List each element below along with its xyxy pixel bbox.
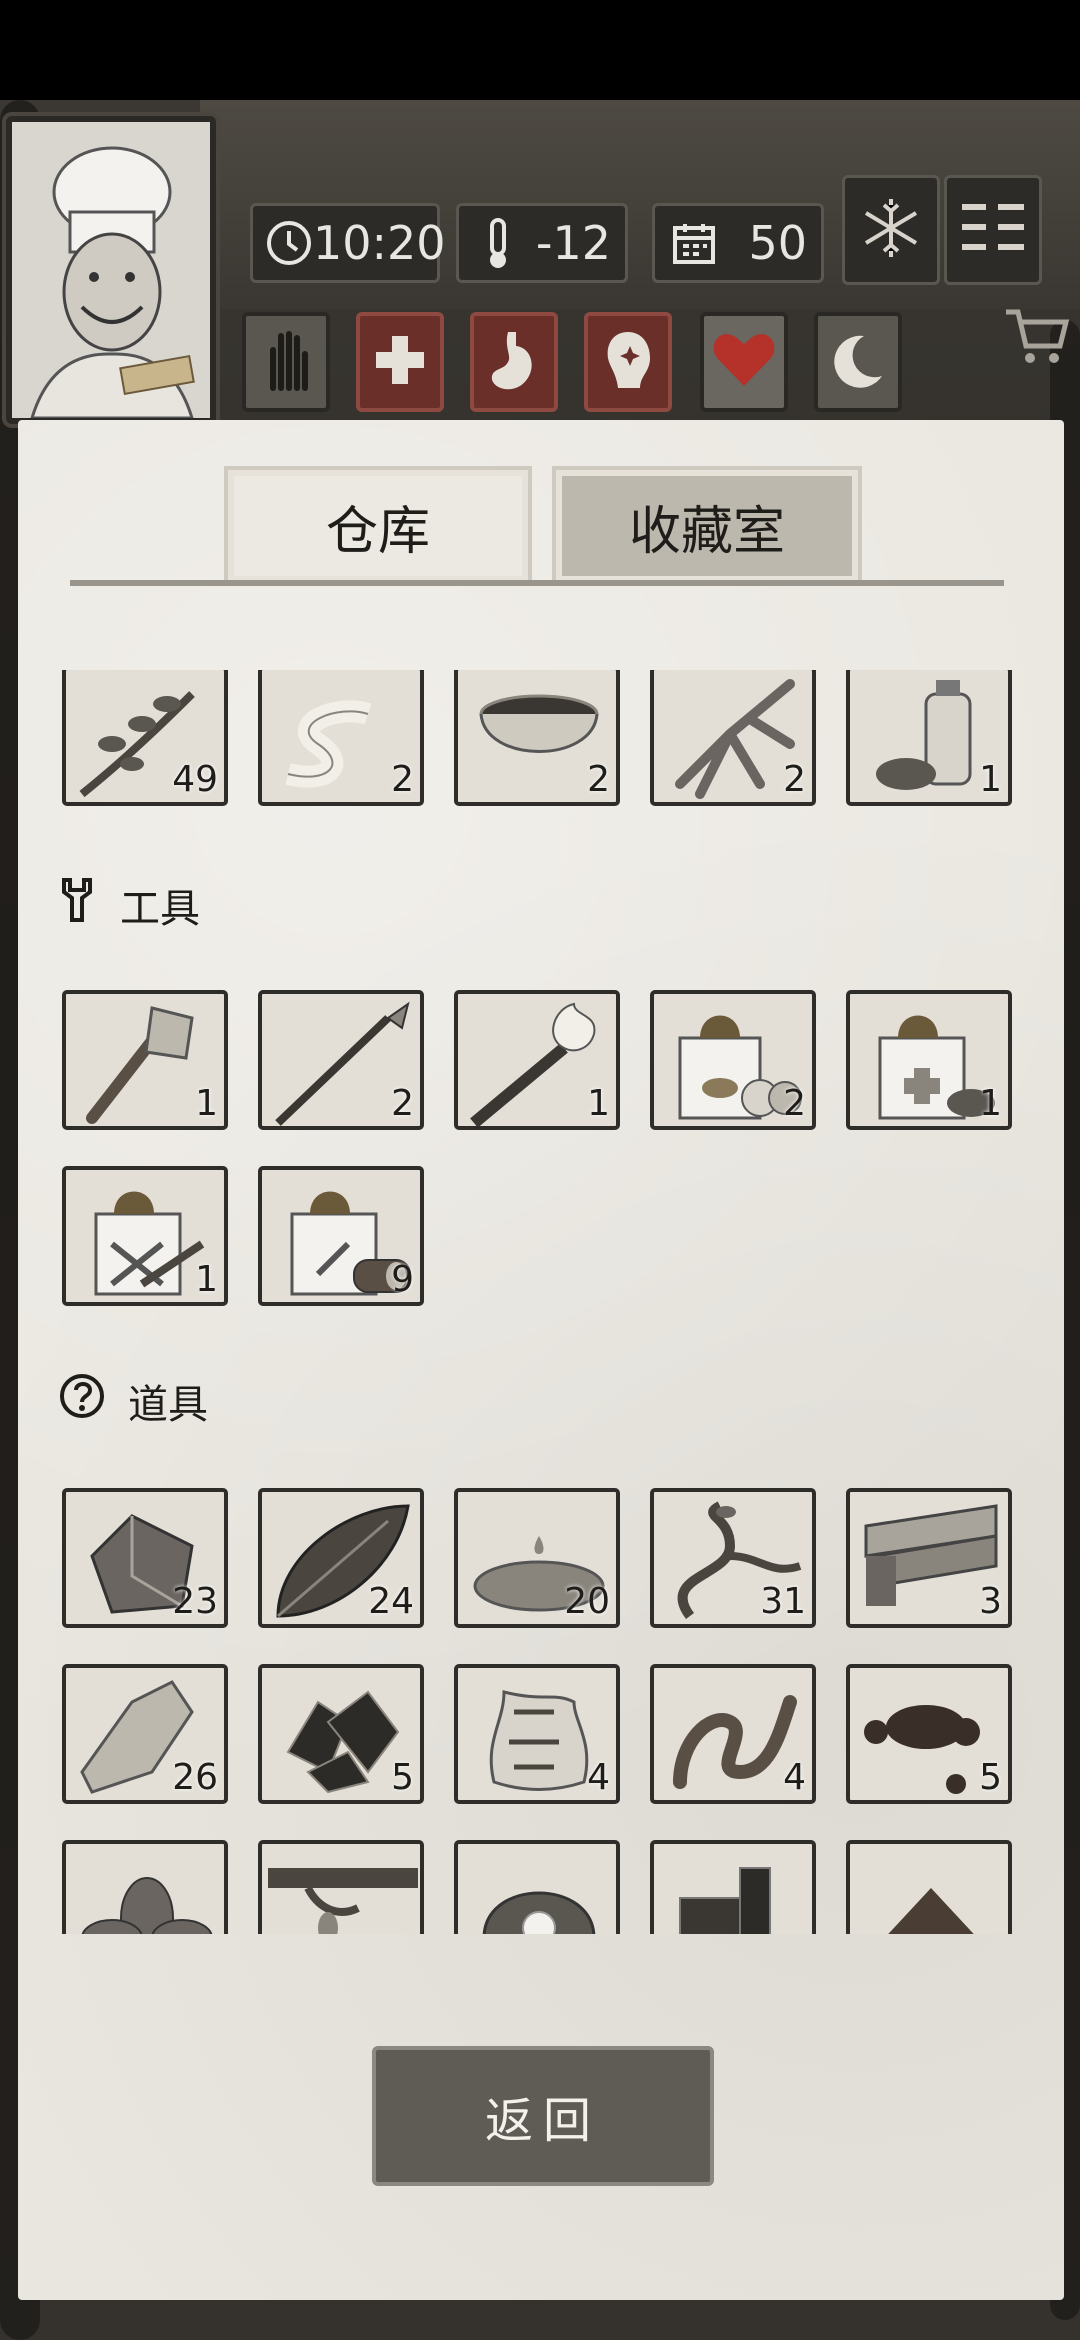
item-slot[interactable]: 3 [846, 1488, 1012, 1628]
item-count: 26 [172, 1757, 218, 1798]
item-slot[interactable]: 2 [454, 670, 620, 806]
item-slot[interactable]: 9 [258, 1166, 424, 1306]
back-button[interactable]: 返回 [372, 2046, 714, 2186]
item-count: 1 [587, 1083, 610, 1124]
item-count: 49 [172, 759, 218, 800]
tools-section-title: 工具 [58, 876, 200, 934]
item-count: 9 [391, 1259, 414, 1300]
item-count: 2 [391, 759, 414, 800]
item-slot[interactable]: 1 [62, 990, 228, 1130]
weather-button[interactable] [842, 175, 940, 285]
tab-storage-label: 仓库 [325, 501, 430, 562]
item-slot[interactable]: 2 [650, 990, 816, 1130]
status-heart[interactable] [700, 312, 788, 412]
item-slot[interactable]: 24 [258, 1488, 424, 1628]
item-count: 23 [172, 1581, 218, 1622]
item-slot[interactable]: 5 [846, 1664, 1012, 1804]
item-count: 1 [979, 759, 1002, 800]
item-count: 5 [979, 1757, 1002, 1798]
item-slot[interactable]: 1 [454, 990, 620, 1130]
item-slot[interactable]: 31 [650, 1488, 816, 1628]
status-hand[interactable] [242, 312, 330, 412]
tab-collection[interactable]: 收藏室 [552, 466, 862, 586]
item-slot[interactable]: 4 [650, 1664, 816, 1804]
item-slot[interactable] [258, 1840, 424, 1934]
stomach-icon [486, 328, 542, 396]
item-count: 2 [391, 1083, 414, 1124]
inventory-scroll-area[interactable]: 49 2 2 2 1 工具 1 2 1 2 1 1 9 道具 23 24 20 … [40, 670, 1040, 1934]
item-slot[interactable] [62, 1840, 228, 1934]
item-slot[interactable]: 5 [258, 1664, 424, 1804]
item-slot[interactable]: 4 [454, 1664, 620, 1804]
item-count: 5 [391, 1757, 414, 1798]
tab-collection-label: 收藏室 [628, 501, 785, 562]
tab-storage[interactable]: 仓库 [224, 466, 532, 586]
item-slot[interactable]: 49 [62, 670, 228, 806]
item-slot[interactable]: 2 [650, 670, 816, 806]
item-slot[interactable]: 1 [62, 1166, 228, 1306]
item-slot[interactable]: 2 [258, 670, 424, 806]
hand-icon [259, 328, 313, 396]
item-slot[interactable]: 20 [454, 1488, 620, 1628]
sleep-moon-icon [828, 330, 888, 394]
time-display: 10:20 [250, 203, 446, 283]
item-count: 1 [979, 1083, 1002, 1124]
item-slot[interactable]: 23 [62, 1488, 228, 1628]
item-count: 20 [564, 1581, 610, 1622]
cart-icon [1002, 309, 1072, 376]
status-mind[interactable] [584, 312, 672, 412]
tab-divider [70, 580, 1004, 586]
time-value: 10:20 [313, 216, 446, 270]
shop-cart-button[interactable] [1002, 302, 1072, 372]
props-section-title: 道具 [58, 1372, 208, 1430]
item-count: 1 [195, 1083, 218, 1124]
item-count: 24 [368, 1581, 414, 1622]
item-slot[interactable] [454, 1840, 620, 1934]
status-health[interactable] [356, 312, 444, 412]
question-icon [58, 1372, 106, 1430]
item-count: 4 [587, 1757, 610, 1798]
item-slot[interactable] [846, 1840, 1012, 1934]
thermometer-icon [471, 216, 525, 270]
item-count: 2 [587, 759, 610, 800]
item-count: 2 [783, 759, 806, 800]
item-count: 31 [760, 1581, 806, 1622]
item-count: 4 [783, 1757, 806, 1798]
status-stomach[interactable] [470, 312, 558, 412]
tools-title-text: 工具 [120, 886, 200, 932]
props-title-text: 道具 [128, 1382, 208, 1428]
clock-icon [265, 216, 313, 270]
calendar-icon [667, 216, 721, 270]
days-value: 50 [748, 216, 807, 270]
item-count: 1 [195, 1259, 218, 1300]
item-count: 3 [979, 1581, 1002, 1622]
menu-button[interactable] [944, 175, 1042, 285]
days-display: 50 [652, 203, 824, 283]
status-sleep[interactable] [814, 312, 902, 412]
avatar[interactable] [6, 116, 216, 424]
snowflake-icon [858, 195, 924, 265]
item-slot[interactable]: 1 [846, 670, 1012, 806]
item-slot[interactable] [650, 1840, 816, 1934]
heart-icon [711, 330, 777, 394]
item-count: 2 [783, 1083, 806, 1124]
item-slot[interactable]: 26 [62, 1664, 228, 1804]
health-cross-icon [372, 332, 428, 392]
item-slot[interactable]: 1 [846, 990, 1012, 1130]
wrench-icon [58, 876, 98, 934]
temperature-value: -12 [535, 216, 611, 270]
mind-icon [600, 328, 656, 396]
menu-icon [958, 198, 1028, 262]
temperature-display: -12 [456, 203, 628, 283]
item-slot[interactable]: 2 [258, 990, 424, 1130]
